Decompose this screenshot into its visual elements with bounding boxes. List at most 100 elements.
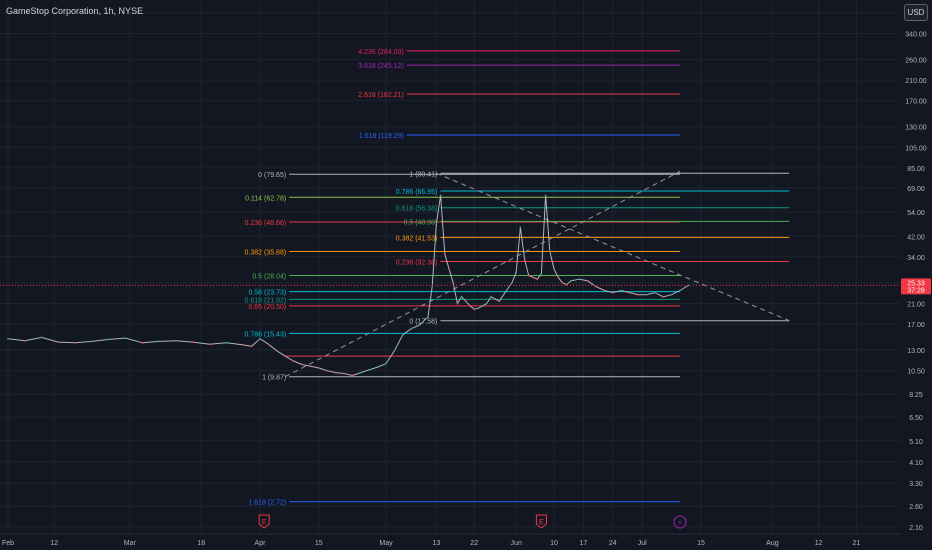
price-tick-label: 4.10 [909,460,923,467]
price-point [494,298,497,300]
price-point [40,336,43,339]
price-tick-label: 5.10 [909,439,923,446]
price-point [124,337,127,339]
price-point [464,300,467,303]
time-tick-label: 10 [550,540,558,547]
price-point [284,355,287,358]
price-point [498,300,501,303]
price-point [317,367,320,369]
fib-label: 4.236 (284.00) [358,49,404,56]
price-point [477,307,480,310]
fib-label: 0 (17.58) [409,319,437,326]
price-point [506,287,509,290]
price-point [107,338,110,341]
price-point [603,289,606,292]
price-point [511,281,513,284]
price-point [368,368,371,371]
price-chart[interactable]: 4.236 (284.00) 3.618 (245.12) 2.618 (182.2… [0,0,932,550]
price-point [469,304,471,307]
fib-label: 0.236 (32.38) [396,259,438,266]
price-tick-label: 13.00 [907,348,925,355]
price-point [569,280,572,282]
price-point [309,365,312,368]
price-point [242,344,245,346]
price-point [225,341,228,344]
fib-label: 0 (79.65) [258,172,286,179]
fib-label: 1 (80.41) [409,171,437,178]
price-point [443,253,446,255]
price-point [553,268,555,270]
price-point [448,268,450,270]
price-tick-label: 2.10 [909,525,923,532]
price-point [301,363,303,366]
price-tick-label: 17.00 [907,322,925,329]
price-point [418,324,421,327]
price-tick-label: 6.50 [909,415,923,422]
fib-label: 1.618 (119.29) [359,133,404,140]
price-point [191,341,194,344]
earnings-icon-label: E [539,519,544,526]
countdown-label: 37:28 [907,287,925,294]
price-tick-label: 130.00 [905,125,927,132]
price-point [427,315,429,318]
price-tick-label: 42.00 [907,234,925,241]
time-tick-label: Mar [124,540,137,547]
fib-label: 2.618 (182.21) [358,92,404,99]
currency-button[interactable]: USD [904,4,928,21]
price-tick-label: 69.00 [907,186,925,193]
price-point [473,308,476,311]
price-point [670,293,673,296]
time-tick-label: 12 [815,540,823,547]
price-point [502,293,505,296]
time-tick-label: 24 [609,540,617,547]
time-tick-label: Apr [255,540,267,547]
price-tick-label: 10.50 [907,369,925,376]
price-point [679,289,681,292]
price-tick-label: 210.00 [905,78,927,85]
time-tick-label: Jul [638,540,647,547]
price-point [175,339,177,342]
price-point [334,371,337,374]
price-point [519,226,522,229]
time-tick-label: May [379,540,393,547]
price-tick-label: 260.00 [905,57,927,64]
fib-label: 1 (9.87) [262,375,286,382]
time-tick-label: Feb [2,540,14,547]
price-point [158,340,161,343]
fib-label: 0.382 (41.53) [396,235,438,242]
price-point [351,374,354,377]
price-point [595,285,597,288]
price-tick-label: 34.00 [907,255,925,262]
price-point [637,293,639,296]
price-point [662,295,665,298]
fib-label: 1.618 (2.72) [248,500,286,507]
fib-label: 3.618 (245.12) [358,63,404,70]
fib-label: 0.5 (48.98) [404,219,438,226]
price-point [250,345,253,348]
price-point [385,362,387,365]
price-point [586,280,589,282]
price-point [431,285,434,288]
fib-label: 0.786 (66.95) [396,189,438,196]
chart-area[interactable]: 4.236 (284.00) 3.618 (245.12) 2.618 (182.2… [0,0,932,550]
price-point [515,271,518,274]
time-tick-label: 12 [50,540,58,547]
fib-label: 0.5 (28.04) [252,273,286,280]
price-tick-label: 170.00 [905,99,927,106]
price-point [485,302,488,305]
time-tick-label: 21 [853,540,861,547]
price-point [401,333,404,336]
price-point [536,278,539,281]
time-tick-label: 18 [197,540,205,547]
time-tick-label: 13 [433,540,441,547]
time-tick-label: 15 [315,540,323,547]
fib-label: 0.65 (20.50) [248,304,286,311]
price-point [275,349,278,352]
price-point [490,295,492,298]
price-point [544,194,547,197]
price-axis: 2.10 2.60 3.30 4.10 5.10 6.50 8.25 10.50 13.00 17… [900,0,932,550]
price-tick-label: 21.00 [907,301,925,308]
price-tick-label: 2.60 [909,504,923,511]
fib-label: 0.58 (23.73) [248,290,286,297]
price-tick-label: 85.00 [907,166,925,173]
